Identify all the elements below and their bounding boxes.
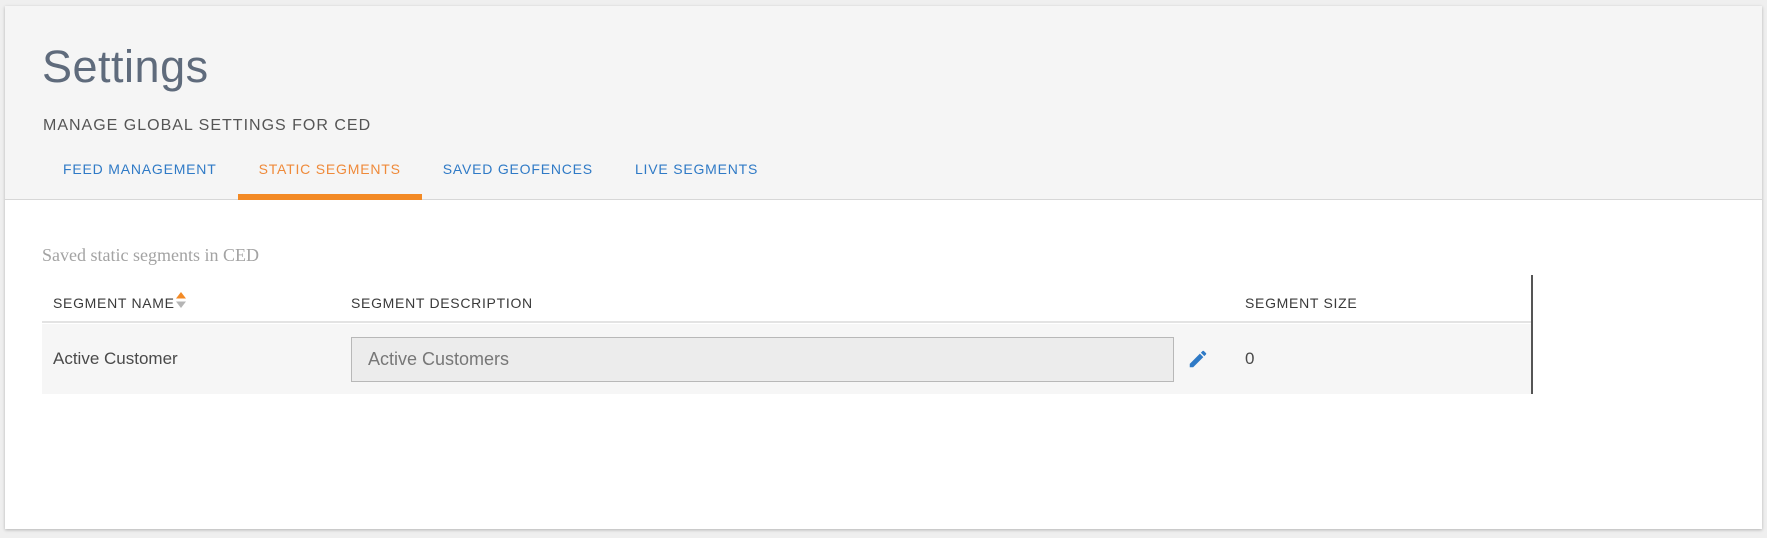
tab-label: STATIC SEGMENTS: [258, 161, 401, 177]
section-title: Saved static segments in CED: [42, 245, 259, 265]
tab-static-segments[interactable]: STATIC SEGMENTS: [237, 160, 422, 200]
tab-live-segments[interactable]: LIVE SEGMENTS: [614, 160, 779, 200]
column-header-segment-description: SEGMENT DESCRIPTION: [351, 295, 533, 311]
settings-tabs: FEED MANAGEMENT STATIC SEGMENTS SAVED GE…: [42, 160, 779, 200]
tab-label: LIVE SEGMENTS: [634, 161, 759, 177]
table-row: Active Customer 0: [42, 324, 1531, 394]
segments-table: SEGMENT NAME SEGMENT DESCRIPTION SEGMENT…: [42, 275, 1533, 394]
column-header-segment-size: SEGMENT SIZE: [1245, 295, 1358, 311]
settings-header: Settings MANAGE GLOBAL SETTINGS FOR CED …: [5, 6, 1762, 200]
tab-feed-management[interactable]: FEED MANAGEMENT: [42, 160, 238, 200]
segment-size-cell: 0: [1245, 349, 1255, 368]
tab-saved-geofences[interactable]: SAVED GEOFENCES: [422, 160, 614, 200]
page-title: Settings: [42, 41, 209, 92]
tab-active-indicator: [237, 194, 422, 200]
table-header: SEGMENT NAME SEGMENT DESCRIPTION SEGMENT…: [42, 275, 1531, 323]
tab-label: SAVED GEOFENCES: [442, 161, 593, 177]
tab-label: FEED MANAGEMENT: [63, 161, 217, 177]
sort-icon[interactable]: [175, 291, 187, 309]
pencil-edit-icon[interactable]: [1187, 348, 1209, 370]
settings-card: Settings MANAGE GLOBAL SETTINGS FOR CED …: [5, 6, 1762, 529]
page-subtitle: MANAGE GLOBAL SETTINGS FOR CED: [43, 117, 372, 134]
segment-name-cell: Active Customer: [53, 349, 178, 368]
segment-description-field[interactable]: [351, 337, 1174, 382]
column-header-segment-name[interactable]: SEGMENT NAME: [53, 294, 175, 312]
